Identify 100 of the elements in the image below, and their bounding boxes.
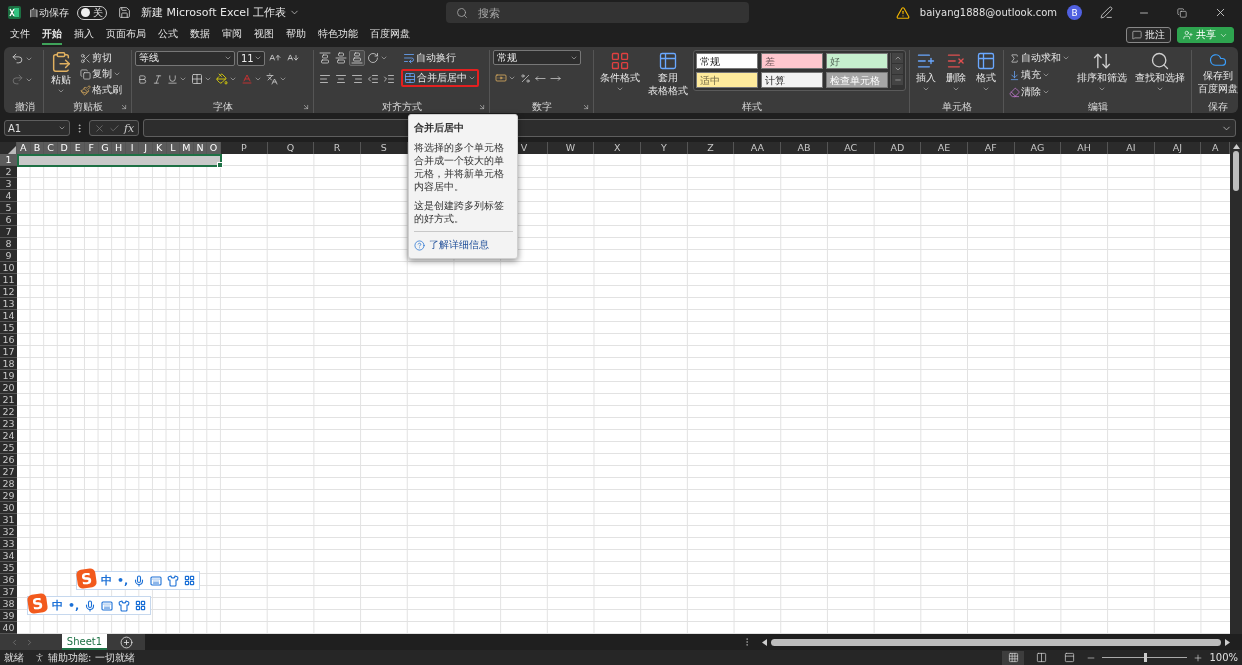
row-header[interactable]: 35 <box>0 562 17 574</box>
row-header[interactable]: 10 <box>0 262 17 274</box>
row-header[interactable]: 17 <box>0 346 17 358</box>
find-select-button[interactable]: 查找和选择 <box>1132 50 1188 94</box>
middle-align-button[interactable] <box>333 50 349 66</box>
row-header[interactable]: 7 <box>0 226 17 238</box>
insert-function-button[interactable]: fx <box>124 121 135 135</box>
menu-tab[interactable]: 百度网盘 <box>370 25 410 45</box>
column-header[interactable]: J <box>139 142 153 154</box>
row-header[interactable]: 38 <box>0 598 17 610</box>
table-format-button[interactable]: 套用 表格格式 <box>645 50 691 98</box>
wrap-text-button[interactable]: 自动换行 <box>401 50 458 66</box>
row-header[interactable]: 28 <box>0 478 17 490</box>
name-box[interactable]: A1 <box>4 120 70 136</box>
delete-cells-button[interactable]: 删除 <box>943 50 969 94</box>
accessibility-status[interactable]: 辅助功能: 一切就绪 <box>48 650 135 665</box>
row-header[interactable]: 23 <box>0 418 17 430</box>
font-size-field[interactable]: 11 <box>237 50 265 66</box>
row-header[interactable]: 30 <box>0 502 17 514</box>
row-header[interactable]: 32 <box>0 526 17 538</box>
sheet-tab[interactable]: Sheet1 <box>62 634 107 650</box>
menu-tab[interactable]: 开始 <box>42 25 62 45</box>
row-header[interactable]: 2 <box>0 166 17 178</box>
paste-button[interactable]: 粘贴 <box>47 50 75 96</box>
row-header[interactable]: 16 <box>0 334 17 346</box>
format-painter-button[interactable]: 格式刷 <box>78 82 124 98</box>
row-header[interactable]: 4 <box>0 190 17 202</box>
row-header[interactable]: 9 <box>0 250 17 262</box>
input-mode-toggle[interactable]: 中 <box>52 598 63 613</box>
column-header[interactable]: E <box>71 142 85 154</box>
column-header[interactable]: A <box>17 142 31 154</box>
column-header[interactable]: M <box>180 142 194 154</box>
menu-tab[interactable]: 公式 <box>158 25 178 45</box>
autosum-button[interactable]: 自动求和 <box>1007 50 1072 66</box>
vertical-scrollbar[interactable] <box>1230 142 1242 634</box>
row-header[interactable]: 19 <box>0 370 17 382</box>
cut-button[interactable]: 剪切 <box>78 50 114 66</box>
cell-style-option[interactable]: 适中 <box>696 72 758 88</box>
scroll-down-button[interactable] <box>892 64 903 74</box>
row-header[interactable]: 1 <box>0 154 17 166</box>
comment-button[interactable]: 批注 <box>1126 27 1171 43</box>
sort-filter-button[interactable]: 排序和筛选 <box>1074 50 1130 94</box>
row-header[interactable]: 5 <box>0 202 17 214</box>
formula-input[interactable] <box>143 119 1236 137</box>
format-cells-button[interactable]: 格式 <box>973 50 999 94</box>
horizontal-scrollbar[interactable] <box>771 638 1221 646</box>
clear-button[interactable]: 清除 <box>1007 84 1052 100</box>
row-header[interactable]: 3 <box>0 178 17 190</box>
row-header[interactable]: 27 <box>0 466 17 478</box>
row-header[interactable]: 8 <box>0 238 17 250</box>
column-header[interactable]: C <box>44 142 58 154</box>
menu-tab[interactable]: 插入 <box>74 25 94 45</box>
row-header[interactable]: 18 <box>0 358 17 370</box>
conditional-format-button[interactable]: 条件格式 <box>597 50 643 94</box>
cell-style-option[interactable]: 好 <box>826 53 888 69</box>
menu-tab[interactable]: 特色功能 <box>318 25 358 45</box>
row-header[interactable]: 24 <box>0 430 17 442</box>
punctuation-toggle[interactable]: •, <box>117 574 129 587</box>
fill-button[interactable]: 填充 <box>1007 67 1052 83</box>
menu-tab[interactable]: 数据 <box>190 25 210 45</box>
copy-button[interactable]: 复制 <box>78 66 123 82</box>
cell-style-option[interactable]: 计算 <box>761 72 823 88</box>
scroll-up-button[interactable] <box>892 53 903 63</box>
row-header[interactable]: 33 <box>0 538 17 550</box>
menu-tab[interactable]: 视图 <box>254 25 274 45</box>
row-header[interactable]: 20 <box>0 382 17 394</box>
account-avatar[interactable]: B <box>1067 5 1082 20</box>
document-title[interactable]: 新建 Microsoft Excel 工作表 <box>141 5 300 20</box>
add-sheet-button[interactable] <box>118 634 134 650</box>
search-field[interactable]: 搜索 <box>446 2 750 23</box>
row-header[interactable]: 11 <box>0 274 17 286</box>
row-header[interactable]: 12 <box>0 286 17 298</box>
cell-style-option[interactable]: 差 <box>761 53 823 69</box>
row-header[interactable]: 31 <box>0 514 17 526</box>
menu-tab[interactable]: 帮助 <box>286 25 306 45</box>
normal-view-button[interactable] <box>1002 650 1025 665</box>
input-mode-toggle[interactable]: 中 <box>101 573 112 588</box>
top-align-button[interactable] <box>317 50 333 66</box>
row-header[interactable]: 39 <box>0 610 17 622</box>
learn-more-link[interactable]: 了解详细信息 <box>414 238 513 252</box>
row-header[interactable]: 14 <box>0 310 17 322</box>
column-header[interactable]: H <box>112 142 126 154</box>
cell-style-option[interactable]: 常规 <box>696 53 758 69</box>
column-header[interactable]: O <box>207 142 221 154</box>
merge-center-button[interactable]: 合并后居中 <box>401 69 479 87</box>
row-header[interactable]: 37 <box>0 586 17 598</box>
insert-cells-button[interactable]: 插入 <box>913 50 939 94</box>
zoom-level[interactable]: 100% <box>1209 652 1238 663</box>
row-header[interactable]: 21 <box>0 394 17 406</box>
row-header[interactable]: 36 <box>0 574 17 586</box>
font-name-field[interactable]: 等线 <box>135 50 235 66</box>
row-header[interactable]: 34 <box>0 550 17 562</box>
search-input[interactable]: 搜索 <box>476 5 721 20</box>
row-header[interactable]: 15 <box>0 322 17 334</box>
row-header[interactable]: 26 <box>0 454 17 466</box>
row-header[interactable]: 22 <box>0 406 17 418</box>
menu-tab[interactable]: 页面布局 <box>106 25 146 45</box>
row-header[interactable]: 25 <box>0 442 17 454</box>
number-format-field[interactable]: 常规 <box>493 50 581 65</box>
save-to-cloud-button[interactable]: 保存到 百度网盘 <box>1195 50 1241 96</box>
